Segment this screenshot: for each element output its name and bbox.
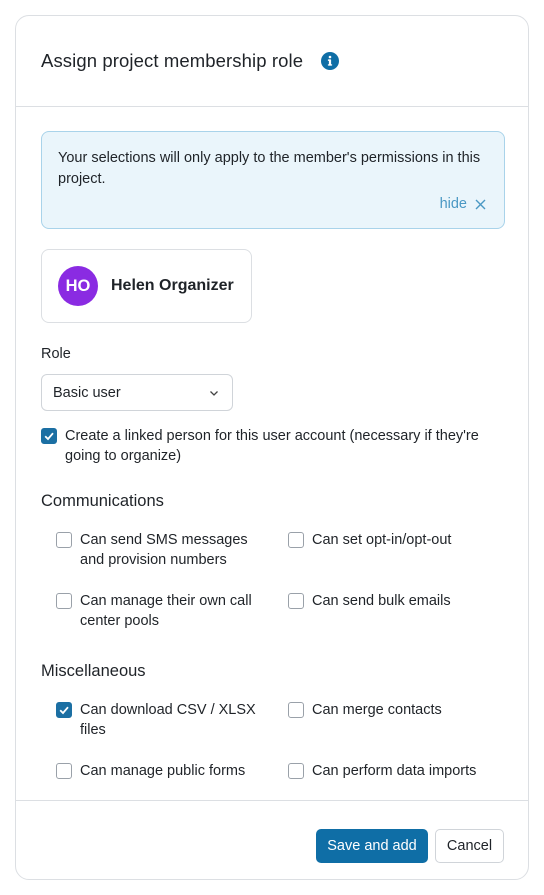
- dialog-title: Assign project membership role: [41, 50, 304, 71]
- cancel-button[interactable]: Cancel: [435, 829, 504, 863]
- hide-label: hide: [439, 196, 467, 212]
- perm-merge-contacts-checkbox[interactable]: [288, 702, 304, 718]
- role-select-value: Basic user: [53, 384, 121, 401]
- perm-bulk-emails[interactable]: Can send bulk emails: [288, 591, 498, 611]
- perm-send-sms-checkbox[interactable]: [56, 532, 72, 548]
- assign-role-dialog: Assign project membership role Your sele…: [15, 15, 529, 880]
- perm-opt-in-out-checkbox[interactable]: [288, 532, 304, 548]
- perm-label: Can send SMS messages and provision numb…: [80, 532, 248, 568]
- save-and-add-button[interactable]: Save and add: [316, 829, 428, 863]
- miscellaneous-heading: Miscellaneous: [41, 662, 146, 680]
- perm-label: Can manage public forms: [80, 763, 246, 779]
- member-name: Helen Organizer: [111, 277, 234, 294]
- perm-data-imports-checkbox[interactable]: [288, 763, 304, 779]
- perm-public-forms[interactable]: Can manage public forms: [56, 761, 266, 781]
- linked-person-option[interactable]: Create a linked person for this user acc…: [41, 426, 511, 466]
- perm-label: Can perform data imports: [312, 763, 477, 779]
- member-card: HO Helen Organizer: [41, 249, 252, 323]
- hide-notice-button[interactable]: hide: [440, 196, 486, 212]
- perm-public-forms-checkbox[interactable]: [56, 763, 72, 779]
- info-icon[interactable]: [321, 52, 340, 70]
- perm-call-center-pools-checkbox[interactable]: [56, 593, 72, 609]
- perm-bulk-emails-checkbox[interactable]: [288, 593, 304, 609]
- perm-label: Can set opt-in/opt-out: [312, 532, 452, 548]
- perm-call-center-pools[interactable]: Can manage their own call center pools: [56, 591, 266, 631]
- info-notice: Your selections will only apply to the m…: [41, 131, 505, 229]
- role-label: Role: [41, 346, 71, 362]
- avatar: HO: [58, 266, 98, 306]
- close-icon: [475, 199, 486, 209]
- perm-opt-in-out[interactable]: Can set opt-in/opt-out: [288, 530, 498, 550]
- perm-download-csv[interactable]: Can download CSV / XLSX files: [56, 700, 266, 740]
- role-select[interactable]: Basic user: [41, 374, 233, 411]
- notice-text: Your selections will only apply to the m…: [58, 150, 481, 187]
- perm-send-sms[interactable]: Can send SMS messages and provision numb…: [56, 530, 266, 570]
- perm-merge-contacts[interactable]: Can merge contacts: [288, 700, 498, 720]
- perm-label: Can manage their own call center pools: [80, 593, 252, 629]
- chevron-down-icon: [210, 391, 218, 396]
- linked-person-label: Create a linked person for this user acc…: [65, 428, 479, 464]
- perm-label: Can merge contacts: [312, 702, 442, 718]
- perm-label: Can send bulk emails: [312, 593, 451, 609]
- communications-heading: Communications: [41, 492, 164, 510]
- perm-label: Can download CSV / XLSX files: [80, 702, 256, 738]
- perm-download-csv-checkbox[interactable]: [56, 702, 72, 718]
- linked-person-checkbox[interactable]: [41, 428, 57, 444]
- perm-data-imports[interactable]: Can perform data imports: [288, 761, 498, 781]
- dialog-header: Assign project membership role: [16, 16, 528, 107]
- dialog-footer: Save and add Cancel: [16, 800, 528, 879]
